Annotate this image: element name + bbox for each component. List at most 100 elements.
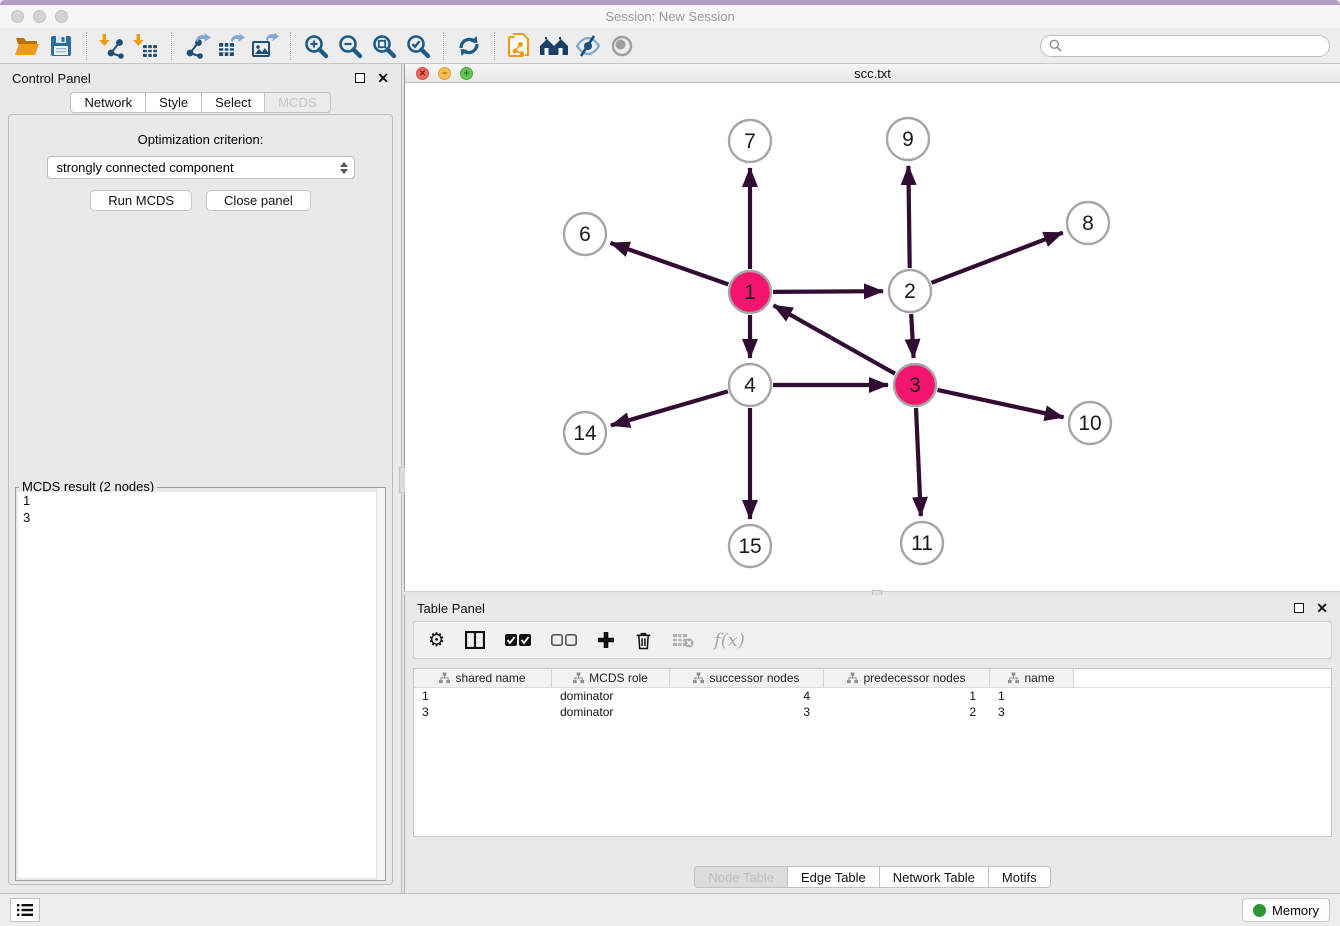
- network-canvas[interactable]: 7 9 6 8 1 2 4 3 14 10 15 11: [405, 83, 1340, 591]
- list-icon: [17, 903, 33, 917]
- table-panel: Table Panel ✕ ⚙: [404, 595, 1340, 893]
- node-label: 1: [744, 281, 756, 304]
- hide-selected-button[interactable]: [571, 31, 605, 61]
- zoom-out-button[interactable]: [333, 31, 367, 61]
- tab-mcds[interactable]: MCDS: [264, 92, 330, 113]
- function-builder-button[interactable]: f(x): [714, 630, 745, 651]
- column-header-label: predecessor nodes: [863, 671, 965, 685]
- add-column-button[interactable]: [597, 631, 615, 649]
- tab-motifs[interactable]: Motifs: [988, 866, 1051, 888]
- column-layout-button[interactable]: [465, 631, 485, 649]
- edge-3-10[interactable]: [938, 390, 1064, 417]
- new-network-from-selection-button[interactable]: [503, 31, 537, 61]
- table-row[interactable]: 3dominator323: [414, 704, 1331, 720]
- copy-network-icon: [507, 32, 533, 60]
- refresh-view-button[interactable]: [452, 31, 486, 61]
- zoom-selected-button[interactable]: [401, 31, 435, 61]
- optimization-criterion-label: Optimization criterion:: [9, 132, 392, 147]
- column-header-label: shared name: [455, 671, 525, 685]
- result-scrollbar[interactable]: [376, 488, 385, 880]
- cell-predecessor-nodes: 2: [824, 705, 990, 719]
- criterion-select[interactable]: strongly connected component: [47, 156, 355, 179]
- cell-MCDS-role: dominator: [552, 689, 670, 703]
- node-label: 3: [909, 374, 921, 397]
- eye-slash-icon: [574, 34, 602, 58]
- tab-network-table[interactable]: Network Table: [879, 866, 989, 888]
- result-node-id: 1: [18, 492, 383, 509]
- close-panel-button[interactable]: Close panel: [206, 190, 311, 211]
- tab-select[interactable]: Select: [201, 92, 265, 113]
- edge-1-2[interactable]: [773, 291, 883, 292]
- node-8[interactable]: 8: [1067, 202, 1109, 244]
- fx-icon: f(x): [714, 630, 745, 651]
- node-4[interactable]: 4: [729, 364, 771, 406]
- column-header-MCDS-role[interactable]: MCDS role: [552, 669, 670, 687]
- node-9[interactable]: 9: [887, 118, 929, 160]
- node-14[interactable]: 14: [564, 412, 606, 454]
- node-table: shared name MCDS rolesuccessor nodes prede…: [413, 668, 1332, 837]
- zoom-fit-button[interactable]: [367, 31, 401, 61]
- node-6[interactable]: 6: [564, 213, 606, 255]
- show-all-button[interactable]: [605, 31, 639, 61]
- node-3[interactable]: 3: [894, 364, 936, 406]
- save-session-button[interactable]: [44, 31, 78, 61]
- float-panel-icon[interactable]: [1294, 603, 1304, 613]
- column-type-icon: [847, 672, 858, 684]
- edge-3-1[interactable]: [774, 305, 896, 373]
- run-mcds-button[interactable]: Run MCDS: [90, 190, 192, 211]
- table-panel-title: Table Panel: [417, 601, 485, 616]
- close-panel-icon[interactable]: ✕: [1316, 603, 1328, 613]
- tab-edge-table[interactable]: Edge Table: [787, 866, 880, 888]
- table-settings-button[interactable]: ⚙: [428, 631, 445, 650]
- node-10[interactable]: 10: [1069, 402, 1111, 444]
- table-row[interactable]: 1dominator411: [414, 688, 1331, 704]
- mcds-result-list[interactable]: 13: [18, 492, 383, 878]
- cell-successor-nodes: 3: [670, 705, 824, 719]
- export-network-button[interactable]: [180, 31, 214, 61]
- zoom-in-button[interactable]: [299, 31, 333, 61]
- open-session-button[interactable]: [10, 31, 44, 61]
- close-panel-icon[interactable]: ✕: [377, 73, 389, 83]
- column-header-predecessor-nodes[interactable]: predecessor nodes: [824, 669, 990, 687]
- float-panel-icon[interactable]: [355, 73, 365, 83]
- delete-table-button[interactable]: [672, 633, 694, 648]
- export-image-button[interactable]: [248, 31, 282, 61]
- tab-network[interactable]: Network: [70, 92, 146, 113]
- first-neighbors-button[interactable]: [537, 31, 571, 61]
- network-window-title: scc.txt: [405, 66, 1340, 81]
- delete-column-button[interactable]: [635, 630, 652, 650]
- search-field-container: [1040, 35, 1330, 57]
- import-table-button[interactable]: [129, 31, 163, 61]
- memory-button[interactable]: Memory: [1242, 898, 1330, 922]
- main-toolbar: [0, 28, 1340, 64]
- column-header-shared-name[interactable]: shared name: [414, 669, 552, 687]
- toolbar-separator: [290, 32, 291, 60]
- edge-1-6[interactable]: [611, 243, 729, 284]
- node-7[interactable]: 7: [729, 120, 771, 162]
- node-11[interactable]: 11: [901, 522, 943, 564]
- node-15[interactable]: 15: [729, 525, 771, 567]
- edge-4-14[interactable]: [611, 391, 728, 425]
- tab-node-table[interactable]: Node Table: [694, 866, 788, 888]
- edge-3-11[interactable]: [916, 408, 921, 516]
- node-1[interactable]: 1: [729, 271, 771, 313]
- import-network-button[interactable]: [95, 31, 129, 61]
- eye-icon: [608, 34, 636, 58]
- node-label: 11: [911, 532, 933, 555]
- node-label: 2: [904, 280, 916, 303]
- column-header-name[interactable]: name: [990, 669, 1074, 687]
- unchecked-boxes-icon: [551, 634, 577, 647]
- search-input[interactable]: [1067, 39, 1321, 53]
- column-header-successor-nodes[interactable]: successor nodes: [670, 669, 824, 687]
- network-window-titlebar: ✕ − + scc.txt: [405, 64, 1340, 83]
- select-all-columns-button[interactable]: [505, 634, 531, 647]
- control-panel: Control Panel ✕ NetworkStyleSelectMCDS O…: [0, 64, 401, 893]
- tab-style[interactable]: Style: [145, 92, 202, 113]
- task-history-button[interactable]: [10, 898, 40, 922]
- edge-2-9[interactable]: [908, 166, 909, 268]
- edge-2-8[interactable]: [932, 233, 1063, 283]
- export-table-button[interactable]: [214, 31, 248, 61]
- node-2[interactable]: 2: [889, 270, 931, 312]
- deselect-all-columns-button[interactable]: [551, 634, 577, 647]
- edge-2-3[interactable]: [911, 314, 913, 358]
